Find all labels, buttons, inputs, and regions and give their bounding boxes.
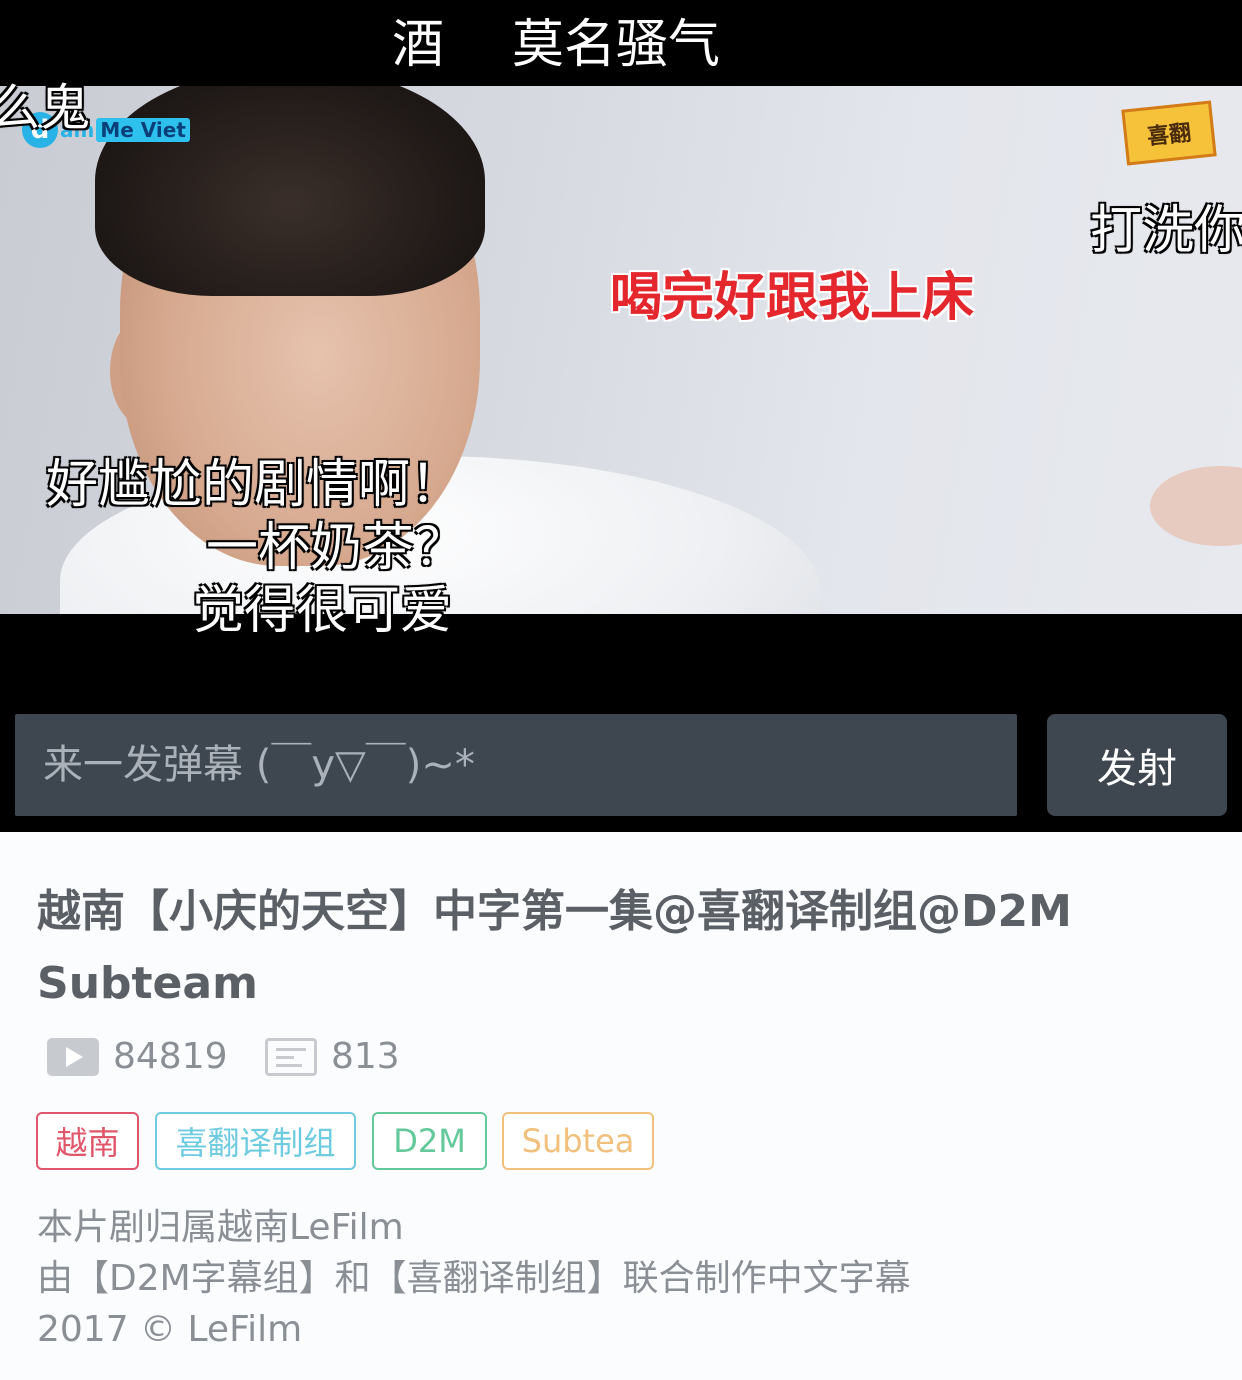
play-count: 84819 xyxy=(113,1036,228,1077)
danmaku-comment-highlighted: 喝完好跟我上床 xyxy=(610,268,975,328)
danmaku-input[interactable] xyxy=(15,714,1017,816)
tag-item[interactable]: Subtea xyxy=(502,1112,654,1170)
danmaku-count: 813 xyxy=(331,1036,400,1077)
video-frame[interactable] xyxy=(0,86,1242,614)
danmaku-comment: 觉得很可爱 xyxy=(192,581,453,641)
danmaku-count-icon xyxy=(265,1037,317,1076)
tag-item[interactable]: 喜翻译制组 xyxy=(155,1112,356,1170)
description-line: 由【D2M字幕组】和【喜翻译制组】联合制作中文字幕 xyxy=(37,1258,911,1299)
video-title: 越南【小庆的天空】中字第一集@喜翻译制组@D2M Subteam xyxy=(37,886,1072,1009)
danmaku-count-stat: 813 xyxy=(265,1036,400,1077)
send-danmaku-button[interactable]: 发射 xyxy=(1047,714,1227,816)
description-line: 2017 © LeFilm xyxy=(37,1309,303,1350)
video-description: 本片剧归属越南LeFilm 由【D2M字幕组】和【喜翻译制组】联合制作中文字幕 … xyxy=(37,1202,911,1355)
tag-item[interactable]: 越南 xyxy=(36,1112,139,1170)
danmaku-comment: 打洗你 xyxy=(1090,201,1242,261)
tag-item[interactable]: D2M xyxy=(372,1112,487,1170)
danmaku-comment: 酒 xyxy=(392,15,445,75)
danmaku-comment: 莫名骚气 xyxy=(512,15,721,75)
xifan-watermark-logo: 喜翻 xyxy=(1121,100,1217,166)
danmaku-comment: 么鬼 xyxy=(0,79,90,137)
description-line: 本片剧归属越南LeFilm xyxy=(37,1207,404,1248)
play-count-stat: 84819 xyxy=(47,1036,228,1077)
video-player[interactable]: d am Me Viet 喜翻 酒 莫名骚气 么鬼 打洗你 喝完好跟我上床 好尴… xyxy=(0,0,1242,832)
video-subject-hand xyxy=(1150,466,1242,546)
play-count-icon xyxy=(47,1037,99,1076)
